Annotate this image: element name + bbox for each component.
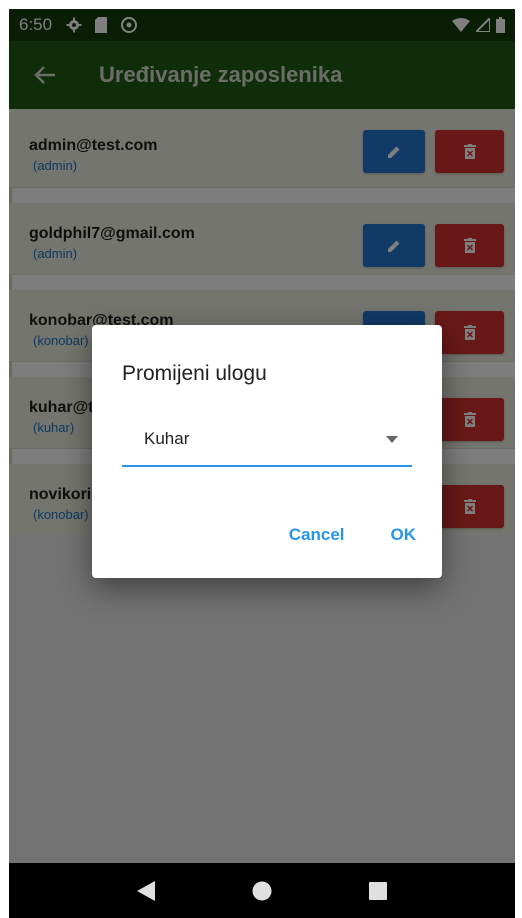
phone-screen: 6:50 [9,9,515,918]
change-role-dialog: Promijeni ulogu Kuhar Cancel OK [92,325,442,578]
caret-down-icon [386,436,398,443]
ok-button[interactable]: OK [391,525,417,545]
dialog-title: Promijeni ulogu [122,362,267,385]
nav-home-icon[interactable] [252,881,272,901]
nav-back-icon[interactable] [137,880,156,901]
role-dropdown[interactable]: Kuhar [122,421,412,467]
cancel-button[interactable]: Cancel [289,525,345,545]
role-dropdown-value: Kuhar [144,429,190,448]
nav-recents-icon[interactable] [368,881,387,900]
dialog-actions: Cancel OK [289,525,416,545]
navigation-bar [9,863,515,918]
